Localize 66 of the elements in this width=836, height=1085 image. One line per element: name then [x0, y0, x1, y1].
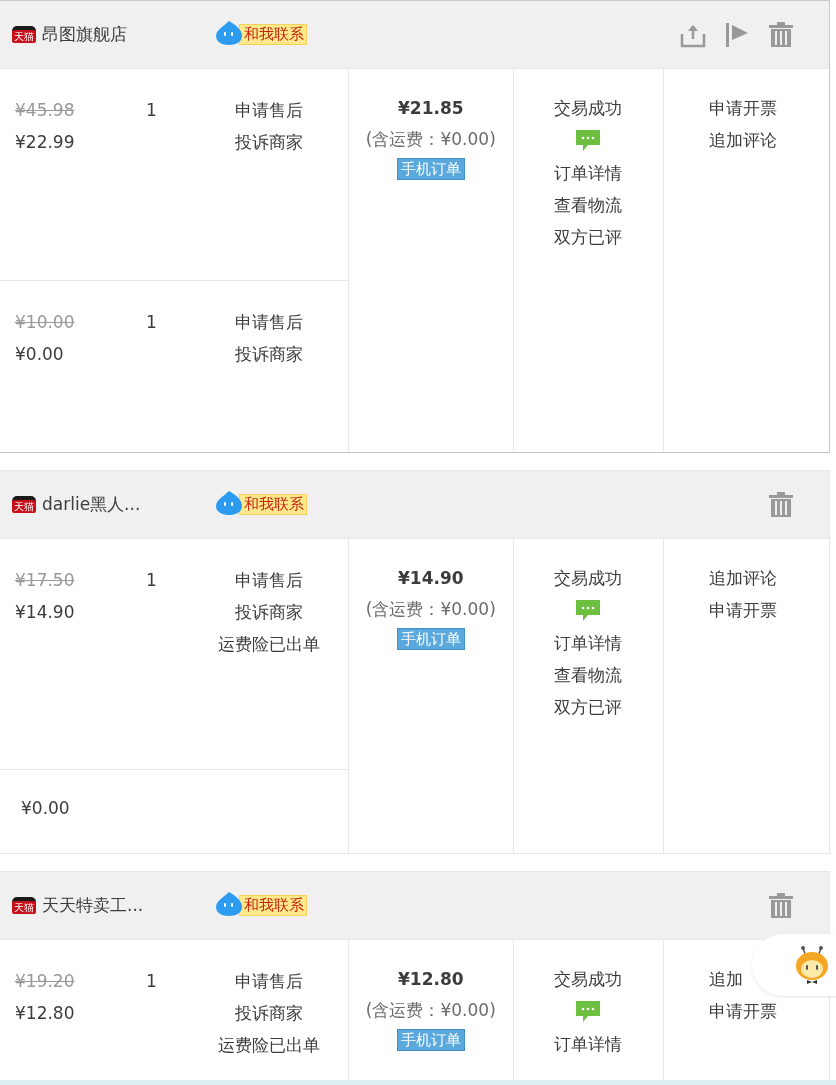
unit-price: ¥14.90: [15, 601, 76, 624]
trash-icon[interactable]: [768, 892, 794, 919]
store-badge: 天猫: [12, 26, 36, 43]
chat-bubble-icon: [215, 891, 243, 917]
status-link[interactable]: 查看物流: [554, 659, 623, 691]
order-total: ¥21.85: [398, 97, 464, 120]
item-link[interactable]: 运费险已出单: [218, 1029, 320, 1061]
item-link[interactable]: 申请售后: [235, 965, 303, 997]
original-price: ¥10.00: [15, 311, 76, 334]
shipping-note: (含运费：¥0.00): [365, 128, 496, 151]
order-status: 交易成功: [554, 968, 623, 991]
item-link[interactable]: 投诉商家: [235, 596, 303, 628]
item-link[interactable]: 运费险已出单: [218, 628, 320, 660]
status-link[interactable]: 订单详情: [554, 1028, 623, 1060]
order-tag: 手机订单: [396, 158, 465, 180]
operation-link[interactable]: 追加评论: [709, 567, 778, 589]
shipping-note: (含运费：¥0.00): [365, 999, 496, 1022]
order-status: 交易成功: [554, 97, 623, 120]
quantity: 1: [146, 99, 158, 122]
order-total: ¥14.90: [398, 567, 464, 590]
status-link[interactable]: 查看物流: [554, 189, 623, 221]
store-badge: 天猫: [12, 897, 36, 914]
order-total: ¥12.80: [398, 968, 464, 991]
trash-icon[interactable]: [768, 491, 794, 518]
status-link[interactable]: 订单详情: [554, 157, 623, 189]
assistant-panel[interactable]: [752, 934, 836, 996]
item-link[interactable]: 投诉商家: [235, 338, 303, 370]
store-name[interactable]: 昂图旗舰店: [42, 23, 127, 46]
message-icon[interactable]: [576, 130, 601, 151]
status-link[interactable]: 订单详情: [554, 627, 623, 659]
message-icon[interactable]: [576, 600, 601, 621]
item-link[interactable]: 申请售后: [235, 306, 303, 338]
status-link[interactable]: 双方已评: [554, 691, 623, 723]
item-link[interactable]: 投诉商家: [235, 126, 303, 158]
order-status: 交易成功: [554, 567, 623, 590]
store-name[interactable]: darlie黑人...: [42, 493, 141, 516]
store-name[interactable]: 天天特卖工...: [42, 894, 144, 917]
order-tag: 手机订单: [396, 1029, 465, 1051]
quantity: 1: [146, 970, 158, 993]
chat-bubble-icon: [215, 490, 243, 516]
item-link[interactable]: 投诉商家: [235, 997, 303, 1029]
order-tag: 手机订单: [396, 628, 465, 650]
operation-link[interactable]: 追加: [709, 968, 744, 990]
original-price: ¥17.50: [15, 569, 76, 592]
unit-price: ¥0.00: [20, 797, 71, 820]
operation-link[interactable]: 申请开票: [709, 1000, 778, 1022]
trash-icon[interactable]: [768, 21, 794, 48]
unit-price: ¥0.00: [15, 343, 65, 366]
shipping-note: (含运费：¥0.00): [365, 598, 496, 621]
item-link[interactable]: 申请售后: [235, 94, 303, 126]
mascot-icon: [794, 946, 830, 984]
unit-price: ¥12.80: [15, 1002, 76, 1025]
quantity: 1: [146, 569, 158, 592]
original-price: ¥19.20: [15, 970, 76, 993]
original-price: ¥45.98: [15, 99, 76, 122]
item-link[interactable]: 申请售后: [235, 564, 303, 596]
operation-link[interactable]: 申请开票: [709, 97, 778, 119]
operation-link[interactable]: 申请开票: [709, 599, 778, 621]
message-icon[interactable]: [576, 1001, 601, 1022]
chat-bubble-icon: [215, 20, 243, 46]
quantity: 1: [146, 311, 158, 334]
operation-link[interactable]: 追加评论: [709, 129, 778, 151]
store-badge: 天猫: [12, 496, 36, 513]
status-link[interactable]: 双方已评: [554, 221, 623, 253]
flag-icon[interactable]: [724, 21, 750, 48]
unit-price: ¥22.99: [15, 131, 76, 154]
